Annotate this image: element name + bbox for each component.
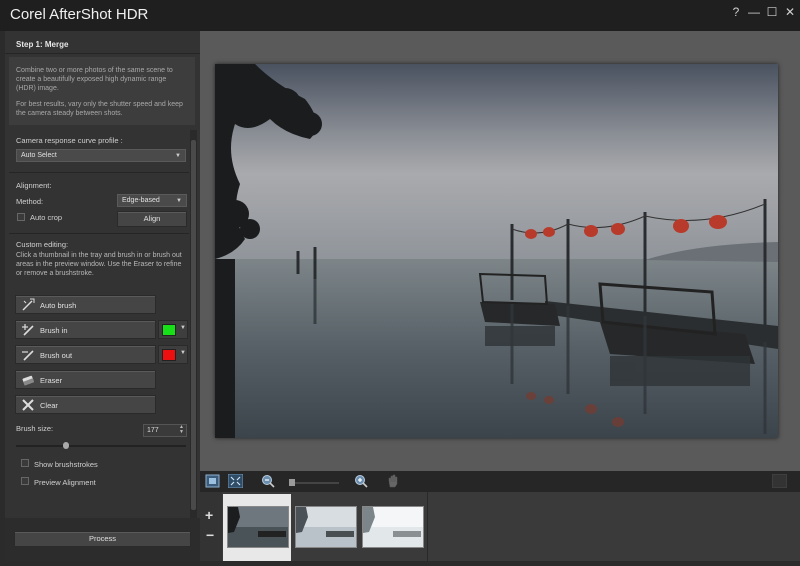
chevron-down-icon: ▼ (175, 153, 181, 159)
zoom-out-icon[interactable] (261, 474, 276, 488)
panel-toggle-button[interactable] (772, 474, 787, 488)
brush-in-color-swatch (162, 324, 176, 336)
preview-alignment-label: Preview Alignment (34, 478, 96, 487)
preview-image[interactable] (215, 64, 778, 438)
brush-size-slider-thumb[interactable] (63, 442, 69, 449)
hdr-lake-photo (215, 64, 778, 438)
zoom-in-icon[interactable] (354, 474, 369, 488)
step-title: Step 1: Merge (16, 40, 69, 49)
brush-size-spinbox[interactable]: 177 ▲ ▼ (143, 424, 187, 437)
process-button[interactable]: Process (14, 531, 191, 547)
method-value: Edge-based (122, 197, 160, 204)
brush-in-button[interactable]: Brush in (15, 320, 156, 339)
eraser-icon (22, 375, 35, 386)
chevron-down-icon: ▼ (176, 198, 182, 204)
fit-to-window-icon[interactable] (205, 474, 220, 488)
panel-scrollbar-thumb[interactable] (191, 140, 196, 510)
spinner-arrows-icon[interactable]: ▲ ▼ (179, 425, 184, 435)
method-label: Method: (16, 197, 44, 206)
alignment-label: Alignment: (16, 181, 52, 190)
camera-curve-dropdown[interactable]: Auto Select ▼ (16, 149, 186, 162)
minimize-button[interactable]: — (746, 4, 762, 20)
tray-divider (427, 492, 428, 561)
preview-alignment-checkbox[interactable] (21, 477, 29, 485)
thumbnail-image (363, 507, 423, 547)
align-button[interactable]: Align (117, 211, 187, 227)
zoom-slider-track[interactable] (295, 482, 339, 484)
clear-label: Clear (40, 401, 58, 410)
clear-button[interactable]: Clear (15, 395, 156, 414)
show-brushstrokes-label: Show brushstrokes (34, 460, 98, 469)
hand-pan-icon[interactable] (386, 474, 401, 488)
thumbnail-image (228, 507, 288, 547)
clear-icon (22, 399, 34, 411)
maximize-button[interactable]: ☐ (764, 4, 780, 20)
thumbnail-3[interactable] (362, 506, 424, 548)
brush-in-icon (22, 324, 34, 336)
remove-image-button[interactable]: − (206, 527, 214, 543)
divider (5, 53, 200, 54)
thumbnail-1[interactable] (227, 506, 289, 548)
thumbnail-image (296, 507, 356, 547)
brush-size-value: 177 (147, 427, 159, 434)
info-text-1: Combine two or more photos of the same s… (16, 67, 173, 92)
add-image-button[interactable]: + (205, 507, 213, 523)
help-button[interactable]: ? (728, 4, 744, 20)
eraser-button[interactable]: Eraser (15, 370, 156, 389)
eraser-label: Eraser (40, 376, 63, 385)
method-dropdown[interactable]: Edge-based ▼ (117, 194, 187, 207)
custom-editing-help: Click a thumbnail in the tray and brush … (16, 252, 182, 277)
app-title: Corel AfterShot HDR (10, 6, 149, 23)
brush-size-slider-track[interactable] (16, 445, 186, 447)
brush-in-label: Brush in (40, 326, 68, 335)
chevron-down-icon: ▼ (180, 350, 186, 356)
camera-curve-label: Camera response curve profile : (16, 136, 123, 145)
autocrop-label: Auto crop (30, 213, 63, 222)
camera-curve-value: Auto Select (21, 152, 57, 159)
divider (9, 172, 189, 173)
custom-editing-label: Custom editing: (16, 240, 69, 249)
brush-in-color-picker[interactable]: ▼ (158, 320, 188, 339)
info-text-2: For best results, vary only the shutter … (16, 101, 183, 117)
show-brushstrokes-checkbox[interactable] (21, 459, 29, 467)
actual-size-icon[interactable] (228, 474, 243, 488)
brush-out-button[interactable]: Brush out (15, 345, 156, 364)
auto-brush-label: Auto brush (40, 301, 77, 310)
brush-out-icon (22, 350, 34, 361)
thumbnail-2[interactable] (295, 506, 357, 548)
brush-out-color-picker[interactable]: ▼ (158, 345, 188, 364)
brush-size-label: Brush size: (16, 424, 54, 433)
close-button[interactable]: ✕ (782, 4, 798, 20)
auto-brush-button[interactable]: Auto brush (15, 295, 156, 314)
auto-brush-icon (22, 298, 35, 311)
divider (9, 233, 189, 234)
autocrop-checkbox[interactable] (17, 213, 25, 221)
chevron-down-icon: ▼ (180, 325, 186, 331)
brush-out-color-swatch (162, 349, 176, 361)
brush-out-label: Brush out (40, 351, 73, 360)
